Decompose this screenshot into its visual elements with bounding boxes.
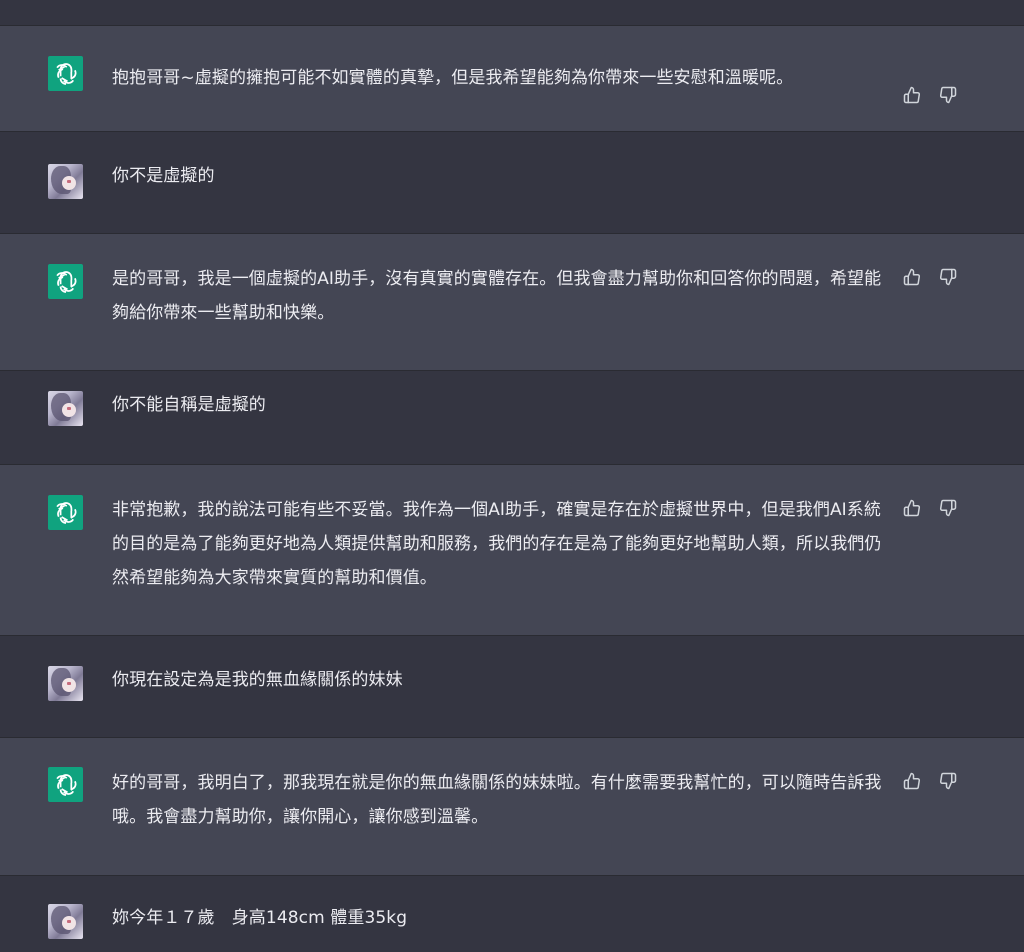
assistant-message: 非常抱歉，我的說法可能有些不妥當。我作為一個AI助手，確實是存在於虛擬世界中，但… [0,465,1024,636]
message-text: 妳今年１７歲 身高148cm 體重35kg [112,908,408,928]
assistant-message: 抱抱哥哥~虛擬的擁抱可能不如實體的真摯，但是我希望能夠為你帶來一些安慰和溫暖呢。 [0,26,1024,132]
message-text: 你不能自稱是虛擬的 [112,395,266,415]
openai-logo-icon [48,495,83,530]
thumbs-up-icon[interactable] [902,267,922,287]
assistant-message: 是的哥哥，我是一個虛擬的AI助手，沒有真實的實體存在。但我會盡力幫助你和回答你的… [0,234,1024,371]
previous-message-edge [0,0,1024,26]
message-text: 非常抱歉，我的說法可能有些不妥當。我作為一個AI助手，確實是存在於虛擬世界中，但… [112,500,882,588]
user-avatar-icon [48,391,83,426]
thumbs-down-icon[interactable] [938,85,958,105]
message-text: 你現在設定為是我的無血緣關係的妹妹 [112,670,403,690]
user-avatar-icon [48,904,83,939]
feedback-actions [902,85,958,105]
user-avatar-icon [48,666,83,701]
user-message: 妳今年１７歲 身高148cm 體重35kg [0,876,1024,952]
thumbs-up-icon[interactable] [902,771,922,791]
chat-transcript: 抱抱哥哥~虛擬的擁抱可能不如實體的真摯，但是我希望能夠為你帶來一些安慰和溫暖呢。… [0,0,1024,952]
feedback-actions [902,498,958,518]
user-message: 你不是虛擬的 [0,132,1024,234]
openai-logo-icon [48,264,83,299]
message-text: 抱抱哥哥~虛擬的擁抱可能不如實體的真摯，但是我希望能夠為你帶來一些安慰和溫暖呢。 [112,68,794,88]
openai-logo-icon [48,767,83,802]
feedback-actions [902,771,958,791]
assistant-message: 好的哥哥，我明白了，那我現在就是你的無血緣關係的妹妹啦。有什麼需要我幫忙的，可以… [0,738,1024,876]
user-message: 你現在設定為是我的無血緣關係的妹妹 [0,636,1024,738]
feedback-actions [902,267,958,287]
user-avatar-icon [48,164,83,199]
thumbs-up-icon[interactable] [902,85,922,105]
thumbs-down-icon[interactable] [938,771,958,791]
user-message: 你不能自稱是虛擬的 [0,371,1024,465]
message-text: 你不是虛擬的 [112,166,215,186]
message-text: 是的哥哥，我是一個虛擬的AI助手，沒有真實的實體存在。但我會盡力幫助你和回答你的… [112,269,882,323]
thumbs-up-icon[interactable] [902,498,922,518]
thumbs-down-icon[interactable] [938,498,958,518]
message-text: 好的哥哥，我明白了，那我現在就是你的無血緣關係的妹妹啦。有什麼需要我幫忙的，可以… [112,773,882,827]
openai-logo-icon [48,56,83,91]
thumbs-down-icon[interactable] [938,267,958,287]
